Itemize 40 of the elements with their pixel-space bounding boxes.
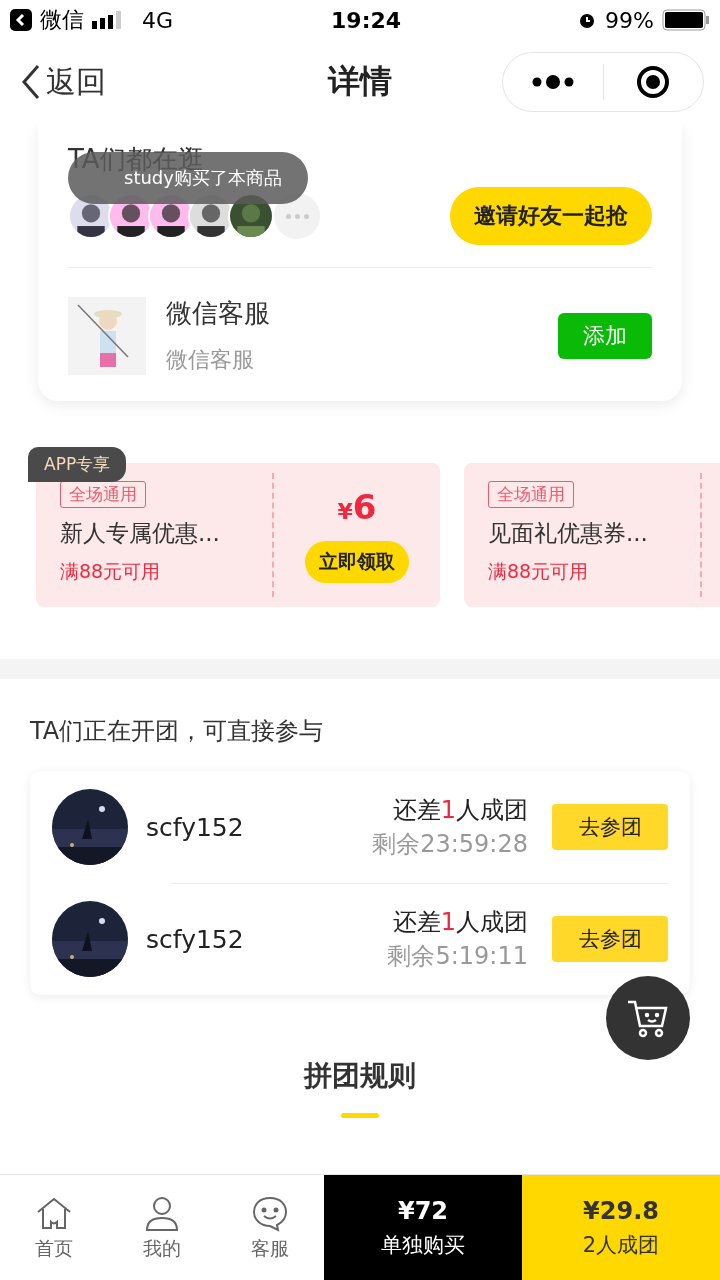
tab-bar-item[interactable]: 客服 bbox=[216, 1175, 324, 1280]
back-app-label[interactable]: 微信 bbox=[40, 5, 84, 35]
join-button[interactable]: 去参团 bbox=[552, 916, 668, 962]
rules-title: 拼团规则 bbox=[302, 1058, 417, 1094]
coupon-condition: 满88元可用 bbox=[60, 559, 162, 584]
app-exclusive-badge: APP专享 bbox=[28, 447, 127, 482]
contact-subtitle: 微信客服 bbox=[166, 346, 255, 374]
coupon-name: 新人专属优惠... bbox=[60, 519, 221, 548]
coupon-tag: 全场通用 bbox=[488, 481, 574, 508]
cart-icon bbox=[626, 998, 670, 1038]
invite-button[interactable]: 邀请好友一起抢 bbox=[450, 187, 652, 245]
user-name: scfy152 bbox=[146, 924, 244, 954]
contact-name: 微信客服 bbox=[166, 297, 270, 330]
join-button[interactable]: 去参团 bbox=[552, 804, 668, 850]
buy-button[interactable]: ¥29.8 2人成团 bbox=[522, 1175, 720, 1280]
user-name: scfy152 bbox=[146, 812, 244, 842]
buy-button[interactable]: ¥72 单独购买 bbox=[324, 1175, 522, 1280]
coupon-condition: 满88元可用 bbox=[488, 559, 590, 584]
target-icon bbox=[635, 64, 672, 100]
coupon-amount: ¥6 bbox=[337, 487, 377, 527]
section-title: TA们正在开团，可直接参与 bbox=[29, 716, 325, 747]
group-status: 还差1人成团 bbox=[391, 795, 528, 826]
coupon-tag: 全场通用 bbox=[60, 481, 146, 508]
group-status: 还差1人成团 bbox=[391, 907, 528, 938]
clock-time: 19:24 bbox=[331, 7, 402, 33]
back-button[interactable]: 返回 bbox=[20, 61, 106, 103]
network-label: 4G bbox=[142, 7, 174, 33]
remaining-time: 剩余23:59:28 bbox=[372, 829, 528, 860]
chevron-left-icon bbox=[20, 64, 42, 100]
remaining-time: 剩余5:19:11 bbox=[387, 941, 528, 972]
claim-button[interactable]: 立即领取 bbox=[305, 541, 409, 583]
tab-bar-item[interactable]: 我的 bbox=[108, 1175, 216, 1280]
back-icon[interactable] bbox=[10, 9, 32, 31]
more-icon bbox=[530, 75, 575, 89]
page-title: 详情 bbox=[328, 61, 392, 102]
signal-icon bbox=[92, 11, 124, 29]
coupon-name: 见面礼优惠券... bbox=[488, 519, 649, 548]
battery-percent: 99% bbox=[605, 7, 654, 33]
battery-icon bbox=[662, 9, 710, 31]
tab-bar-item[interactable]: 首页 bbox=[0, 1175, 108, 1280]
